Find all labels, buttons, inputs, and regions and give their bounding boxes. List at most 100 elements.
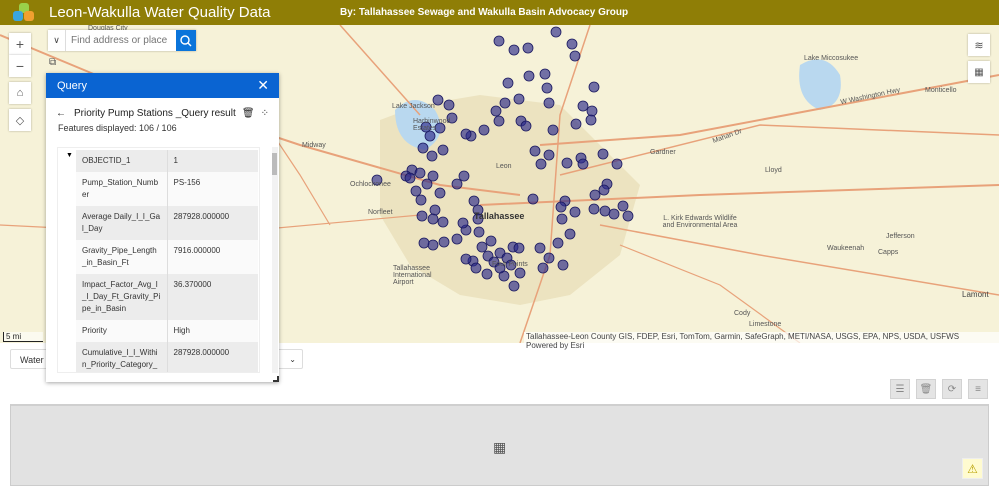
pump-station-point[interactable] — [552, 237, 564, 249]
pump-station-point[interactable] — [522, 42, 534, 54]
pump-station-point[interactable] — [438, 236, 450, 248]
clear-selection-button[interactable]: 🗑 — [916, 379, 936, 399]
pump-station-point[interactable] — [502, 77, 514, 89]
pump-station-point[interactable] — [451, 178, 463, 190]
pump-station-point[interactable] — [460, 253, 472, 265]
pump-station-point[interactable] — [508, 44, 520, 56]
show-selection-button[interactable]: ☰ — [890, 379, 910, 399]
pump-station-point[interactable] — [566, 38, 578, 50]
pump-station-point[interactable] — [427, 213, 439, 225]
pump-station-point[interactable] — [543, 149, 555, 161]
pump-station-point[interactable] — [577, 158, 589, 170]
pump-station-point[interactable] — [523, 70, 535, 82]
search-input[interactable] — [66, 30, 176, 51]
pump-station-point[interactable] — [577, 100, 589, 112]
pump-station-point[interactable] — [534, 242, 546, 254]
pump-station-point[interactable] — [424, 130, 436, 142]
pump-station-point[interactable] — [589, 189, 601, 201]
pump-station-point[interactable] — [588, 81, 600, 93]
select-by-rectangle-icon[interactable]: ⧉ — [49, 57, 56, 68]
pump-station-point[interactable] — [478, 124, 490, 136]
pump-station-point[interactable] — [513, 93, 525, 105]
back-arrow-icon[interactable]: ← — [56, 108, 66, 119]
pump-station-point[interactable] — [421, 178, 433, 190]
pump-station-point[interactable] — [416, 210, 428, 222]
pump-station-point[interactable] — [529, 145, 541, 157]
scrollbar[interactable] — [272, 147, 278, 373]
pump-station-point[interactable] — [557, 259, 569, 271]
pump-station-point[interactable] — [429, 204, 441, 216]
pump-station-point[interactable] — [527, 193, 539, 205]
filter-button[interactable]: ≡ — [968, 379, 988, 399]
zoom-out-button[interactable]: − — [9, 55, 31, 77]
pump-station-point[interactable] — [599, 205, 611, 217]
pump-station-point[interactable] — [585, 114, 597, 126]
pump-station-point[interactable] — [417, 142, 429, 154]
home-icon[interactable]: ⌂ — [9, 82, 31, 104]
pump-station-point[interactable] — [598, 184, 610, 196]
pump-station-point[interactable] — [404, 172, 416, 184]
powered-by[interactable]: Powered by Esri — [526, 341, 584, 350]
pump-station-point[interactable] — [427, 239, 439, 251]
pump-station-point[interactable] — [443, 99, 455, 111]
warning-icon[interactable]: ⚠ — [962, 458, 983, 479]
pump-station-point[interactable] — [434, 187, 446, 199]
options-icon[interactable]: ⁘ — [261, 108, 269, 119]
pump-station-point[interactable] — [410, 185, 422, 197]
pump-station-point[interactable] — [414, 167, 426, 179]
pump-station-point[interactable] — [473, 226, 485, 238]
pump-station-point[interactable] — [470, 262, 482, 274]
pump-station-point[interactable] — [561, 157, 573, 169]
pump-station-point[interactable] — [543, 97, 555, 109]
pump-station-point[interactable] — [539, 68, 551, 80]
pump-station-point[interactable] — [426, 150, 438, 162]
pump-station-point[interactable] — [556, 213, 568, 225]
pump-station-point[interactable] — [564, 228, 576, 240]
pump-station-point[interactable] — [514, 267, 526, 279]
pump-station-point[interactable] — [569, 50, 581, 62]
pump-station-point[interactable] — [485, 235, 497, 247]
pump-station-point[interactable] — [499, 97, 511, 109]
refresh-button[interactable]: ⟳ — [942, 379, 962, 399]
pump-station-point[interactable] — [415, 194, 427, 206]
pump-station-point[interactable] — [541, 82, 553, 94]
layers-icon[interactable]: ≋ — [968, 34, 990, 56]
pump-station-point[interactable] — [468, 195, 480, 207]
pump-station-point[interactable] — [493, 35, 505, 47]
pump-station-point[interactable] — [608, 208, 620, 220]
pump-station-point[interactable] — [520, 120, 532, 132]
pump-station-point[interactable] — [569, 206, 581, 218]
pump-station-point[interactable] — [597, 148, 609, 160]
pump-station-point[interactable] — [458, 170, 470, 182]
close-icon[interactable]: ✕ — [257, 77, 269, 94]
pump-station-point[interactable] — [481, 268, 493, 280]
pump-station-point[interactable] — [476, 241, 488, 253]
pump-station-point[interactable] — [550, 26, 562, 38]
pump-station-point[interactable] — [451, 233, 463, 245]
pump-station-point[interactable] — [535, 158, 547, 170]
pump-station-point[interactable] — [547, 124, 559, 136]
pump-station-point[interactable] — [537, 262, 549, 274]
chevron-down-icon[interactable]: ∨ — [48, 30, 66, 51]
trash-icon[interactable]: 🗑 — [242, 108, 255, 119]
pump-station-point[interactable] — [513, 242, 525, 254]
pump-station-point[interactable] — [508, 280, 520, 292]
zoom-in-button[interactable]: + — [9, 33, 31, 55]
locate-icon[interactable]: ◇ — [9, 109, 31, 131]
pump-station-point[interactable] — [611, 158, 623, 170]
basemap-gallery-icon[interactable]: ▦ — [968, 61, 990, 83]
pump-station-point[interactable] — [493, 115, 505, 127]
pump-station-point[interactable] — [457, 217, 469, 229]
resize-handle[interactable] — [273, 376, 279, 382]
pump-station-point[interactable] — [570, 118, 582, 130]
pump-station-point[interactable] — [617, 200, 629, 212]
pump-station-point[interactable] — [586, 105, 598, 117]
search-icon[interactable] — [176, 30, 196, 51]
collapse-triangle-icon[interactable]: ▼ — [66, 152, 73, 159]
pump-station-point[interactable] — [437, 216, 449, 228]
pump-station-point[interactable] — [622, 210, 634, 222]
pump-station-point[interactable] — [437, 144, 449, 156]
pump-station-point[interactable] — [543, 252, 555, 264]
pump-station-point[interactable] — [588, 203, 600, 215]
pump-station-point[interactable] — [490, 105, 502, 117]
